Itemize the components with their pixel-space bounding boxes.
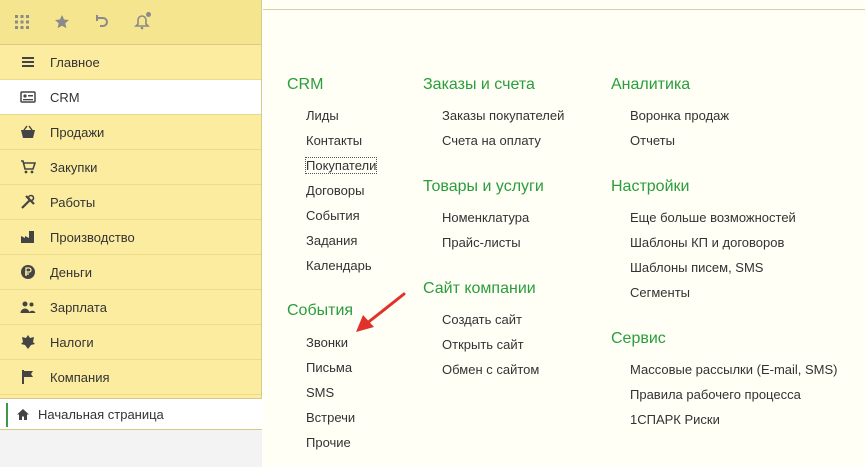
link-open-site[interactable]: Открыть сайт [442, 337, 524, 352]
link-tasks[interactable]: Задания [306, 233, 357, 248]
sidebar-item-company[interactable]: Компания [0, 360, 261, 395]
sidebar-item-sales[interactable]: Продажи [0, 115, 261, 150]
sidebar-nav: Главное CRM Продажи Закупки Работы Произ… [0, 45, 261, 395]
tools-icon [20, 194, 36, 210]
link-sms[interactable]: SMS [306, 385, 334, 400]
link-customer-orders[interactable]: Заказы покупателей [442, 108, 564, 123]
link-letters[interactable]: Письма [306, 360, 352, 375]
link-calendar[interactable]: Календарь [306, 258, 372, 273]
sidebar-item-label: Компания [50, 369, 110, 385]
section-title-analytics: Аналитика [611, 76, 691, 93]
sidebar-item-label: Деньги [50, 264, 92, 280]
link-calls[interactable]: Звонки [306, 335, 348, 350]
link-price-lists[interactable]: Прайс-листы [442, 235, 521, 250]
active-tab-marker [6, 403, 8, 427]
section-title-site: Сайт компании [423, 280, 536, 297]
flag-icon [20, 369, 36, 385]
link-meetings[interactable]: Встречи [306, 410, 355, 425]
sidebar-item-taxes[interactable]: Налоги [0, 325, 261, 360]
ruble-coin-icon [20, 264, 36, 280]
section-title-service: Сервис [611, 330, 666, 347]
main-top-strip [263, 0, 865, 10]
section-title-settings: Настройки [611, 178, 690, 195]
link-segments[interactable]: Сегменты [630, 285, 690, 300]
link-nomenclature[interactable]: Номенклатура [442, 210, 529, 225]
link-site-exchange[interactable]: Обмен с сайтом [442, 362, 539, 377]
annotation-arrow-icon [356, 292, 406, 332]
sidebar-item-label: Работы [50, 194, 96, 210]
sidebar-item-crm[interactable]: CRM [0, 80, 261, 115]
section-title-goods: Товары и услуги [423, 178, 544, 195]
sidebar-item-label: Закупки [50, 159, 98, 175]
apps-grid-icon[interactable] [12, 12, 32, 32]
people-icon [20, 299, 36, 315]
basket-icon [20, 124, 36, 140]
link-sales-funnel[interactable]: Воронка продаж [630, 108, 729, 123]
main-panel: CRM Лиды Контакты Покупатели Договоры Со… [263, 0, 865, 467]
link-contacts[interactable]: Контакты [306, 133, 362, 148]
sidebar-item-label: Производство [50, 229, 135, 245]
link-reports[interactable]: Отчеты [630, 133, 675, 148]
sidebar-toolbar [0, 0, 261, 45]
bell-icon[interactable] [132, 12, 152, 32]
home-page-tab[interactable]: Начальная страница [0, 398, 262, 430]
sidebar: Главное CRM Продажи Закупки Работы Произ… [0, 0, 262, 467]
link-customers[interactable]: Покупатели [304, 157, 378, 174]
link-leads[interactable]: Лиды [306, 108, 339, 123]
link-invoices[interactable]: Счета на оплату [442, 133, 541, 148]
sidebar-item-money[interactable]: Деньги [0, 255, 261, 290]
link-message-templates[interactable]: Шаблоны писем, SMS [630, 260, 763, 275]
sidebar-item-main[interactable]: Главное [0, 45, 261, 80]
link-kp-templates[interactable]: Шаблоны КП и договоров [630, 235, 784, 250]
link-mass-mailing[interactable]: Массовые рассылки (E-mail, SMS) [630, 362, 838, 377]
section-title-events: События [287, 302, 354, 319]
cart-icon [20, 159, 36, 175]
home-icon [16, 407, 30, 421]
history-icon[interactable] [92, 12, 112, 32]
link-other[interactable]: Прочие [306, 435, 351, 450]
sidebar-item-production[interactable]: Производство [0, 220, 261, 255]
link-spark-risks[interactable]: 1СПАРК Риски [630, 412, 720, 427]
sidebar-empty-area [0, 430, 262, 467]
home-page-label: Начальная страница [38, 406, 164, 422]
sidebar-item-label: Налоги [50, 334, 94, 350]
menu-lines-icon [20, 54, 36, 70]
emblem-icon [20, 334, 36, 350]
factory-icon [20, 229, 36, 245]
link-more-features[interactable]: Еще больше возможностей [630, 210, 796, 225]
sidebar-item-label: CRM [50, 89, 80, 105]
sidebar-item-works[interactable]: Работы [0, 185, 261, 220]
section-title-crm: CRM [287, 76, 324, 93]
crm-card-icon [20, 89, 36, 105]
star-icon[interactable] [52, 12, 72, 32]
link-events[interactable]: События [306, 208, 360, 223]
sidebar-item-label: Зарплата [50, 299, 107, 315]
sidebar-item-salary[interactable]: Зарплата [0, 290, 261, 325]
link-contracts[interactable]: Договоры [306, 183, 364, 198]
sidebar-item-label: Главное [50, 54, 100, 70]
sidebar-item-purchases[interactable]: Закупки [0, 150, 261, 185]
section-title-orders: Заказы и счета [423, 76, 535, 93]
link-workflow-rules[interactable]: Правила рабочего процесса [630, 387, 801, 402]
sidebar-item-label: Продажи [50, 124, 105, 140]
link-create-site[interactable]: Создать сайт [442, 312, 522, 327]
